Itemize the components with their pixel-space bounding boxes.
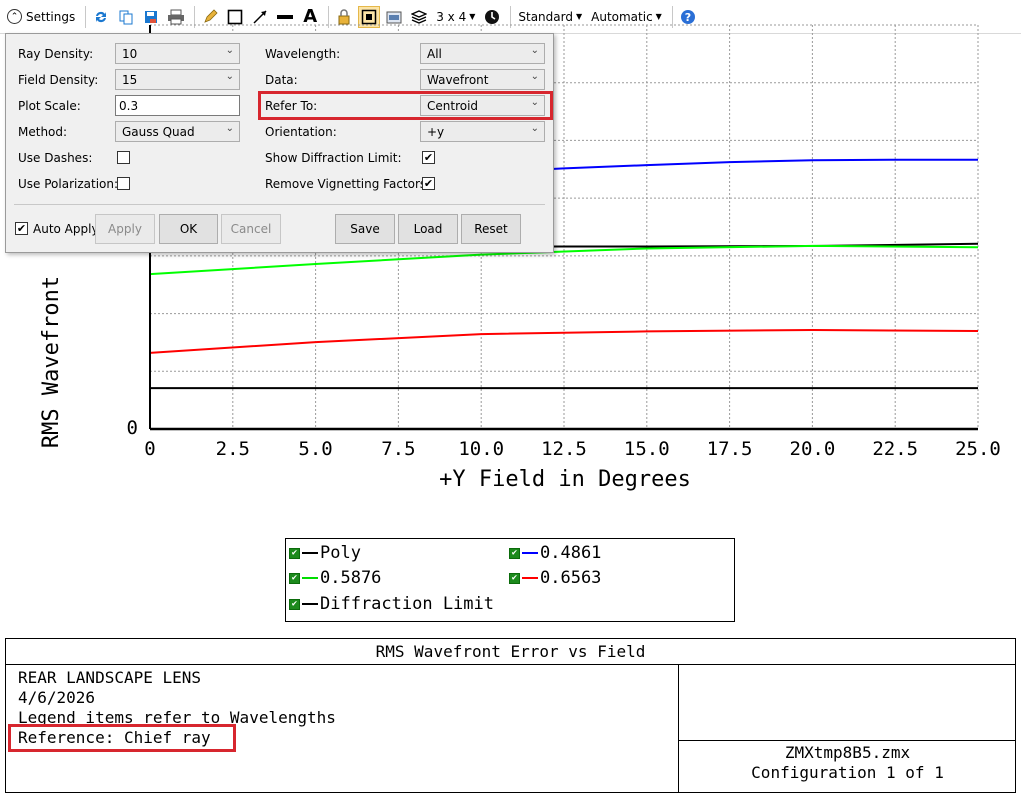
check-icon: ✔ — [423, 177, 434, 190]
x-tick-label: 2.5 — [216, 438, 250, 460]
data-select[interactable]: Wavefront ⌄ — [420, 69, 545, 90]
wavelength-select[interactable]: All ⌄ — [420, 43, 545, 64]
apply-button[interactable]: Apply — [95, 214, 155, 244]
ok-button[interactable]: OK — [159, 214, 218, 244]
x-tick-label: 5.0 — [298, 438, 332, 460]
info-block: RMS Wavefront Error vs Field REAR LANDSC… — [5, 638, 1016, 793]
chevron-down-icon: ⌄ — [225, 71, 234, 82]
x-tick-label: 20.0 — [790, 438, 836, 460]
method-value: Gauss Quad — [122, 125, 195, 139]
refer-to-label: Refer To: — [265, 99, 318, 113]
use-polarization-checkbox[interactable] — [117, 177, 130, 190]
remove-vignetting-checkbox[interactable]: ✔ — [422, 177, 435, 190]
data-label: Data: — [265, 73, 298, 87]
show-diffraction-label: Show Diffraction Limit: — [265, 151, 402, 165]
cancel-button[interactable]: Cancel — [221, 214, 281, 244]
chevron-down-icon: ⌄ — [530, 45, 539, 56]
y-axis-label: RMS Wavefront — [39, 276, 64, 448]
x-tick-label: 25.0 — [955, 438, 1001, 460]
ray-density-value: 10 — [122, 47, 138, 61]
date-text: 4/6/2026 — [18, 688, 96, 707]
x-tick-label: 10.0 — [458, 438, 504, 460]
load-button[interactable]: Load — [398, 214, 458, 244]
orientation-label: Orientation: — [265, 125, 337, 139]
use-dashes-checkbox[interactable] — [117, 151, 130, 164]
chevron-down-icon: ⌄ — [225, 45, 234, 56]
configuration-text: Configuration 1 of 1 — [751, 763, 944, 782]
x-tick-label: 0 — [144, 438, 155, 460]
reference-text: Reference: Chief ray — [18, 728, 211, 747]
refer-to-value: Centroid — [427, 99, 479, 113]
plot-scale-label: Plot Scale: — [18, 99, 81, 113]
check-icon: ✔ — [423, 151, 434, 164]
chevron-down-icon: ⌄ — [225, 123, 234, 134]
remove-vignetting-label: Remove Vignetting Factors: — [265, 177, 431, 191]
x-tick-label: 15.0 — [624, 438, 670, 460]
settings-panel: Ray Density: 10 ⌄ Field Density: 15 ⌄ Plot… — [5, 33, 554, 253]
method-label: Method: — [18, 125, 68, 139]
use-dashes-label: Use Dashes: — [18, 151, 93, 165]
method-select[interactable]: Gauss Quad ⌄ — [115, 121, 240, 142]
chevron-down-icon: ⌄ — [530, 71, 539, 82]
panel-divider — [14, 204, 545, 205]
field-density-label: Field Density: — [18, 73, 99, 87]
file-name: ZMXtmp8B5.zmx — [784, 743, 911, 762]
info-divider — [678, 740, 1016, 741]
use-polarization-label: Use Polarization: — [18, 177, 119, 191]
data-value: Wavefront — [427, 73, 489, 87]
field-density-value: 15 — [122, 73, 138, 87]
chevron-down-icon: ⌄ — [530, 97, 539, 108]
auto-apply-label: Auto Apply — [33, 222, 99, 236]
orientation-select[interactable]: +y ⌄ — [420, 121, 545, 142]
lens-name: REAR LANDSCAPE LENS — [18, 668, 202, 687]
x-tick-label: 7.5 — [381, 438, 415, 460]
reset-button[interactable]: Reset — [461, 214, 521, 244]
show-diffraction-checkbox[interactable]: ✔ — [422, 151, 435, 164]
wavelength-label: Wavelength: — [265, 47, 341, 61]
save-button[interactable]: Save — [335, 214, 395, 244]
x-tick-label: 17.5 — [707, 438, 753, 460]
chevron-down-icon: ⌄ — [530, 123, 539, 134]
ray-density-select[interactable]: 10 ⌄ — [115, 43, 240, 64]
x-tick-labels: 0 2.5 5.0 7.5 10.0 12.5 15.0 17.5 20.0 22.5 25.0 — [144, 438, 1001, 460]
wavelength-value: All — [427, 47, 442, 61]
legend-note: Legend items refer to Wavelengths — [18, 708, 336, 727]
orientation-value: +y — [427, 125, 445, 139]
field-density-select[interactable]: 15 ⌄ — [115, 69, 240, 90]
plot-title: RMS Wavefront Error vs Field — [6, 639, 1015, 665]
y-tick-labels: 0 — [127, 417, 138, 439]
y-tick-label: 0 — [127, 417, 138, 439]
check-icon: ✔ — [16, 222, 27, 235]
plot-scale-input[interactable]: 0.3 — [115, 95, 240, 116]
auto-apply-checkbox[interactable]: ✔ — [15, 222, 28, 235]
ray-density-label: Ray Density: — [18, 47, 94, 61]
x-axis-label: +Y Field in Degrees — [439, 467, 691, 492]
x-tick-label: 12.5 — [541, 438, 587, 460]
refer-to-select[interactable]: Centroid ⌄ — [420, 95, 545, 116]
x-tick-label: 22.5 — [872, 438, 918, 460]
